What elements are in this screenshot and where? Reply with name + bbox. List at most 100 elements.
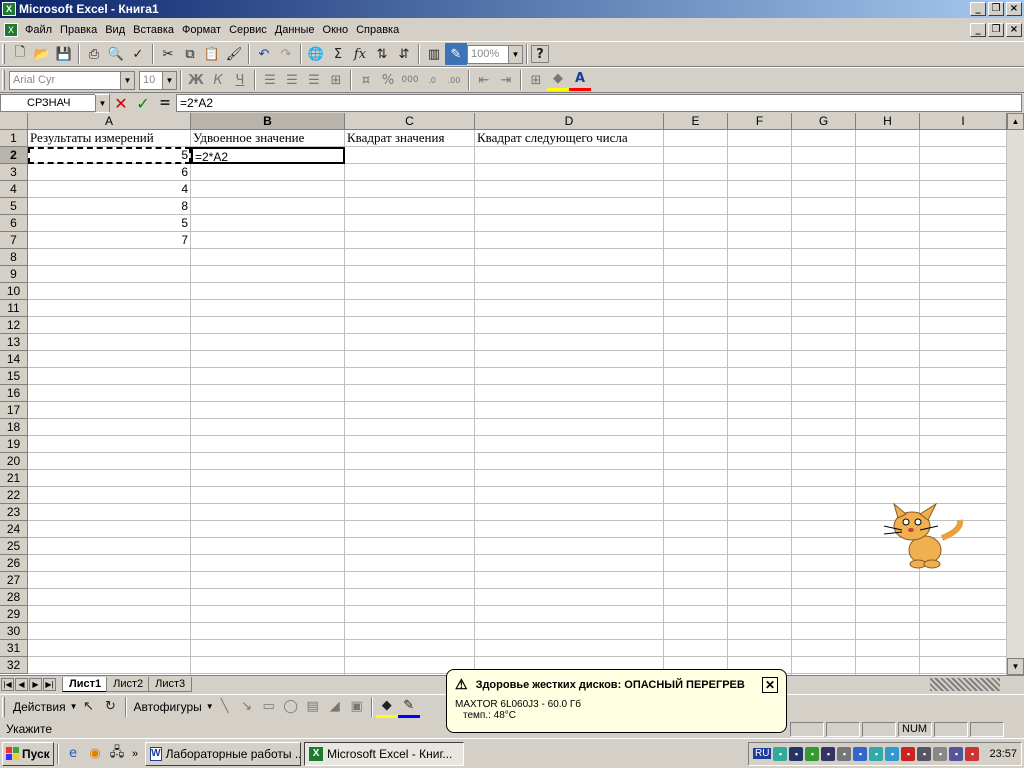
col-header-a[interactable]: A: [28, 113, 191, 130]
tray-bluetooth-icon[interactable]: ▪: [853, 746, 868, 761]
cell-b2[interactable]: =2*A2: [191, 147, 345, 164]
hyperlink-icon[interactable]: 🌐: [305, 43, 327, 65]
row-header[interactable]: 3: [0, 164, 28, 181]
last-sheet-icon[interactable]: ▶|: [43, 677, 56, 691]
select-objects-icon[interactable]: ↖: [78, 696, 100, 718]
row-header[interactable]: 5: [0, 198, 28, 215]
sheet-tab-2[interactable]: Лист2: [106, 676, 151, 692]
row-header[interactable]: 8: [0, 249, 28, 266]
cell-a5[interactable]: 8: [28, 198, 191, 215]
menu-insert[interactable]: Вставка: [129, 24, 178, 36]
format-painter-icon[interactable]: 🖌: [223, 43, 245, 65]
media-player-icon[interactable]: ◉: [84, 743, 106, 765]
thousands-icon[interactable]: 000: [399, 69, 421, 91]
drawing-icon[interactable]: ✎: [445, 43, 467, 65]
scroll-down-icon[interactable]: ▼: [1007, 658, 1024, 675]
cut-icon[interactable]: ✂: [157, 43, 179, 65]
row-header[interactable]: 16: [0, 385, 28, 402]
row-header[interactable]: 18: [0, 419, 28, 436]
tray-network-icon[interactable]: ▪: [773, 746, 788, 761]
row-header[interactable]: 28: [0, 589, 28, 606]
start-button[interactable]: Пуск: [2, 741, 54, 766]
row-header[interactable]: 13: [0, 334, 28, 351]
tray-tool-icon[interactable]: ▪: [821, 746, 836, 761]
decrease-indent-icon[interactable]: ⇤: [473, 69, 495, 91]
row-header[interactable]: 22: [0, 487, 28, 504]
ie-icon[interactable]: e: [62, 743, 84, 765]
borders-icon[interactable]: ⊞: [525, 69, 547, 91]
tray-update-icon[interactable]: ▪: [965, 746, 980, 761]
cancel-icon[interactable]: ✕: [110, 92, 132, 114]
rotate-icon[interactable]: ↻: [100, 696, 122, 718]
vertical-scrollbar[interactable]: ▲ ▼: [1007, 113, 1024, 675]
row-header[interactable]: 15: [0, 368, 28, 385]
menu-edit[interactable]: Правка: [56, 24, 101, 36]
minimize-button[interactable]: _: [970, 2, 986, 16]
name-box[interactable]: СРЗНАЧ ▼: [0, 93, 110, 113]
disk-health-balloon[interactable]: ⚠ Здоровье жестких дисков: ОПАСНЫЙ ПЕРЕГ…: [446, 669, 787, 733]
cell-d1[interactable]: Квадрат следующего числа: [475, 130, 664, 147]
horizontal-scrollbar[interactable]: [930, 677, 1000, 691]
increase-indent-icon[interactable]: ⇥: [495, 69, 517, 91]
col-header-b[interactable]: B: [191, 113, 345, 130]
menu-window[interactable]: Окно: [319, 24, 353, 36]
taskbar-excel-button[interactable]: X Microsoft Excel - Книг...: [304, 741, 465, 766]
tray-monitor-icon[interactable]: ▪: [917, 746, 932, 761]
new-icon[interactable]: 🗋: [9, 43, 31, 65]
tray-grid-icon[interactable]: ▪: [933, 746, 948, 761]
col-header-c[interactable]: C: [345, 113, 475, 130]
row-header[interactable]: 1: [0, 130, 28, 147]
tray-speaker-icon[interactable]: ▪: [837, 746, 852, 761]
next-sheet-icon[interactable]: ▶: [29, 677, 42, 691]
chart-wizard-icon[interactable]: ▥: [423, 43, 445, 65]
cell-a2[interactable]: 5: [28, 147, 191, 164]
percent-icon[interactable]: %: [377, 69, 399, 91]
sort-asc-icon[interactable]: ⇅: [371, 43, 393, 65]
spelling-icon[interactable]: ✓: [127, 43, 149, 65]
tray-hdd-icon[interactable]: ▪: [789, 746, 804, 761]
cell-b1[interactable]: Удвоенное значение: [191, 130, 345, 147]
tray-temp-icon[interactable]: ▪: [805, 746, 820, 761]
tray-drive-icon[interactable]: ▪: [949, 746, 964, 761]
taskbar-word-button[interactable]: W Лабораторные работы ...: [145, 741, 302, 766]
row-header[interactable]: 4: [0, 181, 28, 198]
cell-a4[interactable]: 4: [28, 181, 191, 198]
row-header[interactable]: 2: [0, 147, 28, 164]
doc-minimize-button[interactable]: _: [970, 23, 986, 37]
tray-antivirus-icon[interactable]: ▪: [901, 746, 916, 761]
row-header[interactable]: 21: [0, 470, 28, 487]
prev-sheet-icon[interactable]: ◀: [15, 677, 28, 691]
row-header[interactable]: 17: [0, 402, 28, 419]
row-header[interactable]: 20: [0, 453, 28, 470]
underline-icon[interactable]: Ч: [229, 69, 251, 91]
row-header[interactable]: 7: [0, 232, 28, 249]
print-preview-icon[interactable]: 🔍: [105, 43, 127, 65]
wordart-icon[interactable]: ◢: [324, 696, 346, 718]
row-header[interactable]: 32: [0, 657, 28, 674]
sheet-tab-1[interactable]: Лист1: [62, 676, 109, 692]
col-header-f[interactable]: F: [728, 113, 792, 130]
help-icon[interactable]: ?: [531, 45, 549, 63]
save-icon[interactable]: 💾: [53, 43, 75, 65]
col-header-g[interactable]: G: [792, 113, 856, 130]
zoom-select[interactable]: 100% ▼: [467, 44, 523, 64]
row-header[interactable]: 31: [0, 640, 28, 657]
row-header[interactable]: 19: [0, 436, 28, 453]
arrow-icon[interactable]: ↘: [236, 696, 258, 718]
decrease-decimal-icon[interactable]: .00: [443, 69, 465, 91]
language-indicator[interactable]: RU: [753, 748, 772, 759]
line-icon[interactable]: ╲: [214, 696, 236, 718]
formula-input[interactable]: =2*A2: [176, 94, 1022, 112]
doc-restore-button[interactable]: ❐: [988, 23, 1004, 37]
tray-app-icon[interactable]: ▪: [885, 746, 900, 761]
tray-sync-icon[interactable]: ▪: [869, 746, 884, 761]
rectangle-icon[interactable]: ▭: [258, 696, 280, 718]
align-right-icon[interactable]: ☰: [303, 69, 325, 91]
autosum-icon[interactable]: Σ: [327, 43, 349, 65]
enter-icon[interactable]: ✓: [132, 92, 154, 114]
row-header[interactable]: 25: [0, 538, 28, 555]
menu-file[interactable]: Файл: [21, 24, 56, 36]
row-header[interactable]: 11: [0, 300, 28, 317]
row-header[interactable]: 14: [0, 351, 28, 368]
merge-center-icon[interactable]: ⊞: [325, 69, 347, 91]
